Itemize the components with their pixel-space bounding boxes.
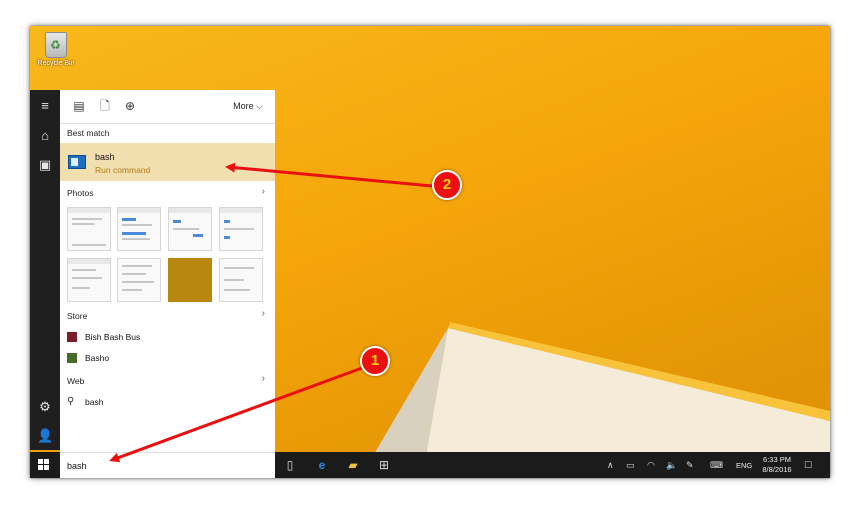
best-match-title: bash xyxy=(95,152,115,162)
photos-section-label: Photos xyxy=(67,188,94,198)
photo-thumbnail[interactable] xyxy=(117,258,161,302)
annotation-badge-2: 2 xyxy=(432,170,462,200)
store-item-basho[interactable]: Basho xyxy=(85,353,109,363)
web-icon[interactable]: ⊕ xyxy=(123,99,137,113)
more-button[interactable]: More ⌵ xyxy=(233,101,263,112)
store-item-bish-bash-bus[interactable]: Bish Bash Bus xyxy=(85,332,140,342)
store-section-label: Store xyxy=(67,311,88,321)
clock[interactable]: 6:33 PM 8/8/2016 xyxy=(760,455,794,475)
photo-thumbnail[interactable] xyxy=(67,207,111,251)
documents-icon[interactable]: ▣ xyxy=(37,157,53,173)
start-rail: ≡ ⌂ ▣ ⚙ 👤 xyxy=(30,90,60,450)
store-icon[interactable]: ⊞ xyxy=(376,457,392,473)
desktop-screen: Recycle Bin ≡ ⌂ ▣ ⚙ 👤 ▤ 🗋 ⊕ More ⌵ Best … xyxy=(30,26,830,478)
best-match-subtitle: Run command xyxy=(95,165,151,175)
edge-icon[interactable]: e xyxy=(314,457,330,473)
battery-icon[interactable]: ▭ xyxy=(626,460,635,470)
notification-icon[interactable]: ☐ xyxy=(804,460,812,470)
more-label: More xyxy=(233,101,254,111)
volume-icon[interactable]: 🔈 xyxy=(666,460,677,470)
clock-date: 8/8/2016 xyxy=(762,465,792,474)
documents-filter-icon[interactable]: 🗋 xyxy=(98,99,112,113)
filter-bar: ▤ 🗋 ⊕ More ⌵ xyxy=(60,90,275,124)
basho-icon xyxy=(67,353,77,363)
photo-thumbnail[interactable] xyxy=(219,207,263,251)
chevron-up-icon[interactable]: ∧ xyxy=(607,460,614,470)
file-explorer-icon[interactable]: ▰ xyxy=(345,457,361,473)
web-result-bash[interactable]: bash xyxy=(85,397,103,407)
annotation-badge-1: 1 xyxy=(360,346,390,376)
settings-icon[interactable]: ⚙ xyxy=(37,399,53,415)
wifi-icon[interactable]: ◠ xyxy=(647,460,655,470)
run-command-icon xyxy=(68,155,86,169)
apps-icon[interactable]: ▤ xyxy=(72,99,86,113)
photo-thumbnail[interactable] xyxy=(168,258,212,302)
best-match-item[interactable]: bash Run command xyxy=(60,143,275,181)
chevron-down-icon: ⌵ xyxy=(256,101,263,111)
bish-bash-bus-icon xyxy=(67,332,77,342)
photo-thumbnail[interactable] xyxy=(168,207,212,251)
keyboard-icon[interactable]: ⌨ xyxy=(710,460,723,470)
search-icon: ⚲ xyxy=(67,396,75,407)
user-icon[interactable]: 👤 xyxy=(37,428,53,444)
recycle-bin[interactable]: Recycle Bin xyxy=(34,32,78,67)
best-match-label: Best match xyxy=(67,128,110,138)
hamburger-icon[interactable]: ≡ xyxy=(37,98,53,114)
recycle-bin-label: Recycle Bin xyxy=(37,60,75,67)
photo-thumbnail[interactable] xyxy=(219,258,263,302)
photo-thumbnail[interactable] xyxy=(117,207,161,251)
search-results-panel: ▤ 🗋 ⊕ More ⌵ Best match bash Run command… xyxy=(60,90,275,452)
photos-chevron-icon[interactable]: › xyxy=(262,186,265,197)
clock-time: 6:33 PM xyxy=(763,455,791,464)
store-chevron-icon[interactable]: › xyxy=(262,308,265,319)
recycle-bin-icon xyxy=(45,32,67,58)
search-input[interactable]: bash xyxy=(60,452,275,478)
web-section-label: Web xyxy=(67,376,85,386)
task-view-icon[interactable]: ▯ xyxy=(282,457,298,473)
search-input-value: bash xyxy=(67,461,87,471)
home-icon[interactable]: ⌂ xyxy=(37,128,53,144)
language-indicator[interactable]: ENG xyxy=(736,461,752,470)
photo-thumbnail[interactable] xyxy=(67,258,111,302)
pen-icon[interactable]: ✎ xyxy=(686,460,694,470)
web-chevron-icon[interactable]: › xyxy=(262,373,265,384)
windows-start-icon[interactable] xyxy=(38,459,50,471)
